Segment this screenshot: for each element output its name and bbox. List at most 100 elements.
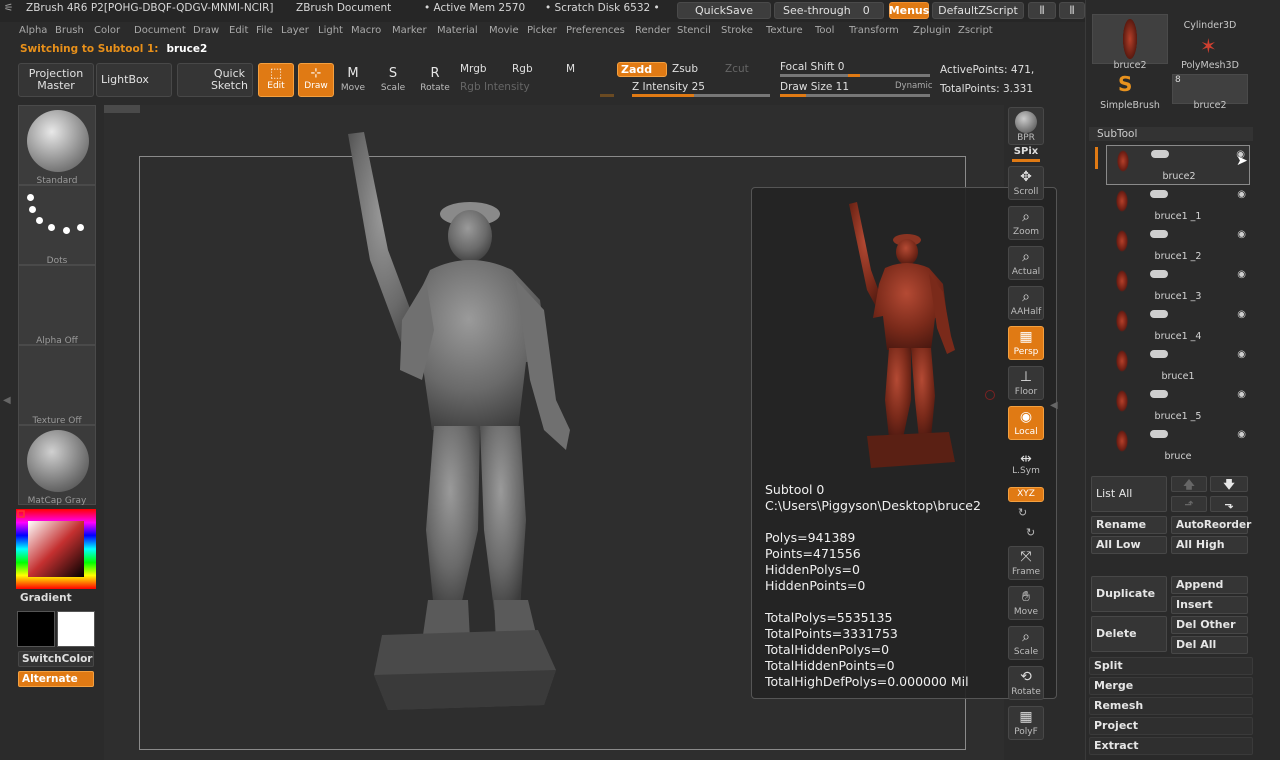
right-tray-handle-icon[interactable]: ◀ bbox=[1050, 400, 1058, 411]
subtool-toggle-icon[interactable] bbox=[1150, 270, 1168, 278]
zsub-button[interactable]: Zsub bbox=[672, 63, 698, 75]
gradient-label[interactable]: Gradient bbox=[20, 592, 72, 604]
scroll-button[interactable]: ✥ Scroll bbox=[1008, 166, 1044, 200]
rotate-button[interactable]: R Rotate bbox=[418, 66, 452, 96]
tool-thumb-simplebrush-label[interactable]: SimpleBrush bbox=[1092, 100, 1168, 111]
brush-slot[interactable]: Standard bbox=[18, 105, 96, 186]
subtool-item-bruce1-2[interactable]: ◉ bruce1 _2 bbox=[1106, 226, 1250, 266]
menu-alpha[interactable]: Alpha bbox=[19, 25, 47, 36]
see-through-slider[interactable]: See-through 0 bbox=[774, 2, 884, 19]
scroll-left-icon[interactable]: ⦀ bbox=[1028, 2, 1056, 19]
subtool-item-bruce1-3[interactable]: ◉ bruce1 _3 bbox=[1106, 266, 1250, 306]
zcut-button[interactable]: Zcut bbox=[725, 63, 749, 75]
rotate-view-button[interactable]: ⟲ Rotate bbox=[1008, 666, 1044, 700]
menu-movie[interactable]: Movie bbox=[489, 25, 519, 36]
append-button[interactable]: Append bbox=[1171, 576, 1248, 594]
menu-draw[interactable]: Draw bbox=[193, 25, 219, 36]
quicksave-button[interactable]: QuickSave bbox=[677, 2, 771, 19]
scroll-right-icon[interactable]: ⦀ bbox=[1059, 2, 1085, 19]
tool-thumb-cylinder3d-label[interactable]: Cylinder3D bbox=[1172, 20, 1248, 31]
eye-icon[interactable]: ◉ bbox=[1237, 429, 1246, 440]
polymesh3d-star-icon[interactable]: ✶ bbox=[1200, 34, 1217, 58]
subtool-item-bruce1-1[interactable]: ◉ bruce1 _1 bbox=[1106, 186, 1250, 226]
eye-icon[interactable]: ◉ bbox=[1237, 229, 1246, 240]
subtool-toggle-icon[interactable] bbox=[1150, 390, 1168, 398]
rename-button[interactable]: Rename bbox=[1091, 516, 1167, 534]
menu-material[interactable]: Material bbox=[437, 25, 478, 36]
subtool-panel-title[interactable]: SubTool bbox=[1089, 127, 1253, 141]
floor-button[interactable]: ⊥ Floor bbox=[1008, 366, 1044, 400]
subtool-scroll-indicator[interactable] bbox=[1095, 147, 1098, 169]
remesh-section[interactable]: Remesh bbox=[1089, 697, 1253, 715]
delete-button[interactable]: Delete bbox=[1091, 616, 1167, 652]
rotate-y-icon[interactable]: ↻ bbox=[1018, 506, 1027, 519]
left-tray-handle-icon[interactable]: ◀ bbox=[3, 395, 11, 421]
soldier-model[interactable] bbox=[330, 130, 590, 720]
xyz-button[interactable]: XYZ bbox=[1008, 487, 1044, 502]
menu-macro[interactable]: Macro bbox=[351, 25, 381, 36]
menu-tool[interactable]: Tool bbox=[815, 25, 834, 36]
menu-color[interactable]: Color bbox=[94, 25, 120, 36]
draw-size-slider[interactable]: Draw Size 11 bbox=[780, 81, 849, 93]
menu-transform[interactable]: Transform bbox=[849, 25, 899, 36]
subtool-item-bruce1-5[interactable]: ◉ bruce1 _5 bbox=[1106, 386, 1250, 426]
quick-sketch-button[interactable]: Quick Sketch bbox=[177, 63, 253, 97]
subtool-toggle-icon[interactable] bbox=[1150, 430, 1168, 438]
material-slot[interactable]: MatCap Gray bbox=[18, 425, 96, 506]
lsym-button[interactable]: ⇹ L.Sym bbox=[1008, 452, 1044, 480]
texture-slot[interactable]: Texture Off bbox=[18, 345, 96, 426]
mrgb-button[interactable]: Mrgb bbox=[460, 63, 487, 75]
default-zscript-button[interactable]: DefaultZScript bbox=[932, 2, 1024, 19]
menu-zplugin[interactable]: Zplugin bbox=[913, 25, 951, 36]
draw-button[interactable]: ⊹ Draw bbox=[298, 63, 334, 97]
menu-brush[interactable]: Brush bbox=[55, 25, 84, 36]
move-down-page-icon[interactable]: ⬎ bbox=[1210, 496, 1248, 512]
subtool-toggle-icon[interactable] bbox=[1150, 350, 1168, 358]
menu-marker[interactable]: Marker bbox=[392, 25, 427, 36]
actual-button[interactable]: ⌕ Actual bbox=[1008, 246, 1044, 280]
lightbox-button[interactable]: LightBox bbox=[96, 63, 172, 97]
switchcolor-button[interactable]: SwitchColor bbox=[18, 651, 94, 667]
subtool-item-bruce1-4[interactable]: ◉ bruce1 _4 bbox=[1106, 306, 1250, 346]
merge-section[interactable]: Merge bbox=[1089, 677, 1253, 695]
autoreorder-button[interactable]: AutoReorder bbox=[1171, 516, 1251, 534]
menu-texture[interactable]: Texture bbox=[766, 25, 803, 36]
subtool-item-bruce1[interactable]: ◉ bruce1 bbox=[1106, 346, 1250, 386]
duplicate-button[interactable]: Duplicate bbox=[1091, 576, 1167, 612]
spix-slider[interactable]: SPix bbox=[1008, 146, 1044, 162]
color-picker[interactable] bbox=[16, 509, 96, 589]
move-button[interactable]: M Move bbox=[336, 66, 370, 96]
z-intensity-slider[interactable]: Z Intensity 25 bbox=[632, 81, 705, 93]
persp-button[interactable]: ▦ Persp bbox=[1008, 326, 1044, 360]
secondary-color-swatch[interactable] bbox=[57, 611, 95, 647]
menu-document[interactable]: Document bbox=[134, 25, 186, 36]
rgb-intensity-slider[interactable]: Rgb Intensity bbox=[460, 81, 530, 93]
move-view-button[interactable]: ✋︎ Move bbox=[1008, 586, 1044, 620]
menu-stencil[interactable]: Stencil bbox=[677, 25, 711, 36]
eye-icon[interactable]: ◉ bbox=[1237, 309, 1246, 320]
aahalf-button[interactable]: ⌕ AAHalf bbox=[1008, 286, 1044, 320]
extract-section[interactable]: Extract bbox=[1089, 737, 1253, 755]
project-section[interactable]: Project bbox=[1089, 717, 1253, 735]
menu-stroke[interactable]: Stroke bbox=[721, 25, 753, 36]
split-section[interactable]: Split bbox=[1089, 657, 1253, 675]
alternate-button[interactable]: Alternate bbox=[18, 671, 94, 687]
edit-button[interactable]: ⬚ Edit bbox=[258, 63, 294, 97]
tool-thumb-bruce2[interactable] bbox=[1092, 14, 1168, 64]
projection-master-button[interactable]: Projection Master bbox=[18, 63, 94, 97]
insert-button[interactable]: Insert bbox=[1171, 596, 1248, 614]
zadd-button[interactable]: Zadd bbox=[617, 62, 667, 77]
eye-icon[interactable]: ◉ bbox=[1237, 349, 1246, 360]
zoom-button[interactable]: ⌕ Zoom bbox=[1008, 206, 1044, 240]
all-high-button[interactable]: All High bbox=[1171, 536, 1248, 554]
rotate-z-icon[interactable]: ↻ bbox=[1026, 526, 1035, 539]
simplebrush-icon[interactable]: S bbox=[1118, 72, 1132, 96]
primary-color-swatch[interactable] bbox=[17, 611, 55, 647]
focal-shift-slider[interactable]: Focal Shift 0 bbox=[780, 61, 844, 73]
all-low-button[interactable]: All Low bbox=[1091, 536, 1167, 554]
m-button[interactable]: M bbox=[566, 63, 575, 75]
del-other-button[interactable]: Del Other bbox=[1171, 616, 1248, 634]
menu-picker[interactable]: Picker bbox=[527, 25, 557, 36]
menus-button[interactable]: Menus bbox=[889, 2, 929, 19]
del-all-button[interactable]: Del All bbox=[1171, 636, 1248, 654]
